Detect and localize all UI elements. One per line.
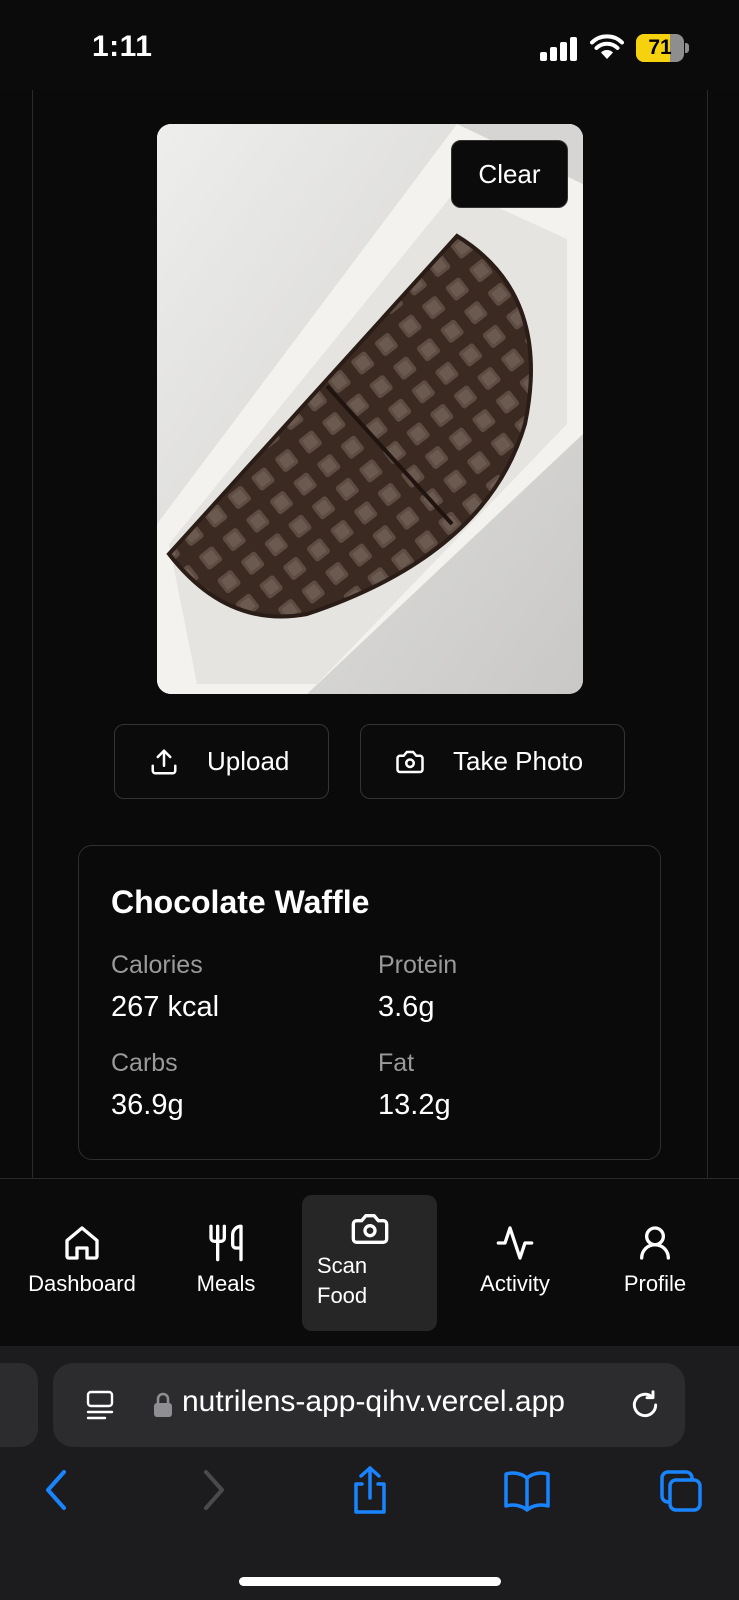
nutrition-card: Chocolate Waffle Calories 267 kcal Prote… <box>78 845 661 1160</box>
utensils-icon <box>209 1224 243 1262</box>
nav-item-activity[interactable]: Activity <box>462 1179 568 1347</box>
nav-item-meals[interactable]: Meals <box>176 1179 276 1347</box>
carbs-value: 36.9g <box>111 1089 184 1121</box>
forward-icon[interactable] <box>192 1466 236 1514</box>
lock-icon <box>154 1392 172 1417</box>
camera-icon <box>396 750 424 773</box>
fat-label: Fat <box>378 1049 415 1077</box>
reload-icon[interactable] <box>629 1389 661 1421</box>
bookmarks-icon[interactable] <box>503 1466 551 1514</box>
wifi-icon <box>590 34 624 59</box>
battery-level: 71 <box>648 36 672 59</box>
upload-button[interactable]: Upload <box>114 724 329 799</box>
camera-icon <box>351 1214 389 1244</box>
waffle-image <box>157 124 583 694</box>
carbs-label: Carbs <box>111 1049 178 1077</box>
bottom-nav: Dashboard Meals Scan Food Activity Profi… <box>0 1178 739 1346</box>
share-icon[interactable] <box>348 1466 392 1514</box>
battery-icon: 71 <box>636 34 689 62</box>
calories-label: Calories <box>111 951 203 979</box>
protein-value: 3.6g <box>378 991 435 1023</box>
nav-item-profile[interactable]: Profile <box>612 1179 698 1347</box>
browser-chrome: nutrilens-app-qihv.vercel.app <box>0 1346 739 1600</box>
upload-icon <box>151 749 177 774</box>
home-icon <box>65 1226 99 1260</box>
take-photo-button[interactable]: Take Photo <box>360 724 625 799</box>
calories-value: 267 kcal <box>111 991 220 1023</box>
status-time: 1:11 <box>92 30 153 63</box>
nav-label-profile: Profile <box>623 1271 687 1296</box>
cellular-signal-icon <box>540 37 578 61</box>
tabs-icon[interactable] <box>659 1466 703 1514</box>
food-photo <box>157 124 583 694</box>
nav-item-dashboard[interactable]: Dashboard <box>22 1179 142 1347</box>
nav-label-dashboard: Dashboard <box>28 1271 136 1296</box>
clear-button[interactable]: Clear <box>451 140 568 208</box>
take-photo-label: Take Photo <box>453 746 584 776</box>
home-indicator <box>239 1577 501 1586</box>
address-bar[interactable]: nutrilens-app-qihv.vercel.app <box>53 1363 685 1447</box>
nav-label-activity: Activity <box>480 1271 550 1296</box>
nav-label-meals: Meals <box>196 1271 256 1296</box>
protein-label: Protein <box>378 951 458 979</box>
reader-mode-icon[interactable] <box>85 1389 115 1421</box>
nav-label-scan-food: Scan Food <box>317 1253 368 1308</box>
status-bar: 1:11 71 <box>0 0 739 90</box>
back-icon[interactable] <box>34 1466 78 1514</box>
food-name: Chocolate Waffle <box>111 884 370 920</box>
activity-icon <box>496 1226 534 1260</box>
user-icon <box>640 1226 670 1260</box>
upload-label: Upload <box>207 746 290 776</box>
previous-tab-preview[interactable] <box>0 1363 38 1447</box>
fat-value: 13.2g <box>378 1089 451 1121</box>
url-text[interactable]: nutrilens-app-qihv.vercel.app <box>182 1385 565 1419</box>
nav-item-scan-food[interactable]: Scan Food <box>302 1195 437 1331</box>
